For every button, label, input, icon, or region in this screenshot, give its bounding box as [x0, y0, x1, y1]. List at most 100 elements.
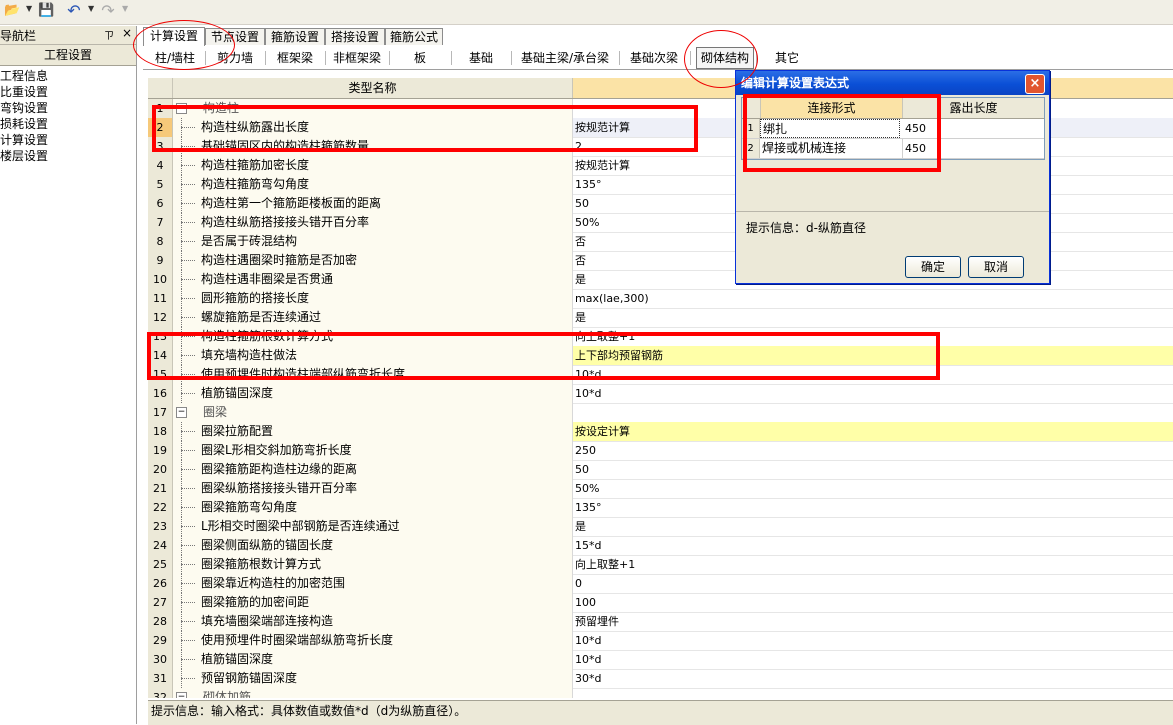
- tree-line: [181, 298, 195, 300]
- table-row[interactable]: 25 圈梁箍筋根数计算方式 向上取整+1: [148, 555, 1173, 575]
- setting-value[interactable]: 是: [573, 308, 1173, 327]
- tab-other[interactable]: 其它: [759, 48, 815, 68]
- table-row[interactable]: 22 圈梁箍筋弯勾角度 135°: [148, 498, 1173, 518]
- group-label: 圈梁: [203, 405, 228, 419]
- row-number: 2: [742, 139, 760, 158]
- tab-column[interactable]: 柱/墙柱: [147, 48, 203, 68]
- table-row[interactable]: 24 圈梁侧面纵筋的锚固长度 15*d: [148, 536, 1173, 556]
- nav-header[interactable]: 工程设置: [0, 45, 136, 66]
- setting-value[interactable]: 10*d: [573, 365, 1173, 384]
- setting-value[interactable]: 向上取整+1: [573, 555, 1173, 574]
- row-number: 8: [148, 232, 173, 251]
- setting-value[interactable]: 30*d: [573, 669, 1173, 688]
- tab-foundation-main-beam[interactable]: 基础主梁/承台梁: [513, 48, 617, 68]
- nav-item-calc[interactable]: 计算设置: [0, 132, 48, 148]
- open-folder-icon[interactable]: 📂: [4, 3, 20, 19]
- tab-foundation[interactable]: 基础: [453, 48, 509, 68]
- save-icon[interactable]: 💾: [38, 3, 54, 19]
- table-row[interactable]: 15 使用预埋件时构造柱端部纵筋弯折长度 10*d: [148, 365, 1173, 385]
- table-row[interactable]: 27 圈梁箍筋的加密间距 100: [148, 593, 1173, 613]
- setting-value[interactable]: 10*d: [573, 650, 1173, 669]
- tab-stirrup-formula[interactable]: 箍筋公式: [385, 28, 443, 45]
- close-icon[interactable]: ×: [1025, 74, 1045, 94]
- table-row[interactable]: 16 植筋锚固深度 10*d: [148, 384, 1173, 404]
- table-row[interactable]: 13 构造柱箍筋根数计算方式 向上取整+1: [148, 327, 1173, 347]
- setting-value[interactable]: [573, 403, 1173, 422]
- setting-value[interactable]: 100: [573, 593, 1173, 612]
- chevron-down-icon[interactable]: ▼: [26, 4, 32, 13]
- nav-item-hook[interactable]: 弯钩设置: [0, 100, 48, 116]
- close-icon[interactable]: ×: [122, 26, 132, 40]
- tab-shear-wall[interactable]: 剪力墙: [207, 48, 263, 68]
- table-row[interactable]: 19 圈梁L形相交斜加筋弯折长度 250: [148, 441, 1173, 461]
- chevron-down-icon[interactable]: ▼: [122, 4, 128, 13]
- exposed-length-cell[interactable]: 450: [903, 139, 1043, 158]
- tree-line: [181, 165, 195, 167]
- tab-stirrup-settings[interactable]: 箍筋设置: [265, 28, 325, 45]
- tree-line: [181, 431, 195, 433]
- setting-value[interactable]: 按设定计算: [573, 422, 1173, 441]
- table-row[interactable]: 12 螺旋箍筋是否连续通过 是: [148, 308, 1173, 328]
- exposed-length-cell[interactable]: 450: [903, 119, 1043, 138]
- setting-value[interactable]: 15*d: [573, 536, 1173, 555]
- setting-value[interactable]: 135°: [573, 498, 1173, 517]
- table-row[interactable]: 23 L形相交时圈梁中部钢筋是否连续通过 是: [148, 517, 1173, 537]
- setting-value[interactable]: 是: [573, 517, 1173, 536]
- collapse-icon[interactable]: −: [176, 407, 187, 418]
- tree-line: [181, 602, 195, 604]
- table-row[interactable]: 11 圆形箍筋的搭接长度 max(lae,300): [148, 289, 1173, 309]
- row-number: 9: [148, 251, 173, 270]
- group-row[interactable]: 32− 砌体加筋: [148, 688, 1173, 698]
- group-row[interactable]: 17− 圈梁: [148, 403, 1173, 423]
- table-row[interactable]: 30 植筋锚固深度 10*d: [148, 650, 1173, 670]
- tab-frame-beam[interactable]: 框架梁: [267, 48, 323, 68]
- table-row[interactable]: 20 圈梁箍筋距构造柱边缘的距离 50: [148, 460, 1173, 480]
- collapse-icon[interactable]: −: [176, 103, 187, 114]
- cancel-button[interactable]: 取消: [968, 256, 1024, 278]
- chevron-down-icon[interactable]: ▼: [88, 4, 94, 13]
- setting-value[interactable]: 10*d: [573, 631, 1173, 650]
- setting-value[interactable]: 50: [573, 460, 1173, 479]
- setting-label: 构造柱第一个箍筋距楼板面的距离: [201, 196, 382, 210]
- setting-value[interactable]: 上下部均预留钢筋: [573, 346, 1173, 365]
- tab-lap-settings[interactable]: 搭接设置: [325, 28, 385, 45]
- tab-masonry[interactable]: 砌体结构: [696, 47, 754, 69]
- undo-icon[interactable]: ↶: [66, 3, 82, 19]
- dialog-row[interactable]: 2 焊接或机械连接 450: [742, 139, 1044, 159]
- table-row[interactable]: 21 圈梁纵筋搭接接头错开百分率 50%: [148, 479, 1173, 499]
- setting-value[interactable]: 预留埋件: [573, 612, 1173, 631]
- setting-value[interactable]: 250: [573, 441, 1173, 460]
- tab-calc-settings[interactable]: 计算设置: [143, 27, 205, 46]
- setting-value[interactable]: 向上取整+1: [573, 327, 1173, 346]
- tree-line: [181, 127, 195, 129]
- connection-type-cell[interactable]: 焊接或机械连接: [760, 139, 903, 158]
- nav-item-density[interactable]: 比重设置: [0, 84, 48, 100]
- table-row[interactable]: 28 填充墙圈梁端部连接构造 预留埋件: [148, 612, 1173, 632]
- setting-value[interactable]: 10*d: [573, 384, 1173, 403]
- collapse-icon[interactable]: −: [176, 692, 187, 698]
- connection-type-cell[interactable]: 绑扎: [760, 119, 900, 138]
- tab-slab[interactable]: 板: [391, 48, 449, 68]
- setting-value[interactable]: max(lae,300): [573, 289, 1173, 308]
- setting-value[interactable]: 0: [573, 574, 1173, 593]
- setting-value[interactable]: 50%: [573, 479, 1173, 498]
- tab-node-settings[interactable]: 节点设置: [205, 28, 265, 45]
- dialog-row[interactable]: 1 绑扎 450: [742, 119, 1044, 139]
- nav-item-floor[interactable]: 楼层设置: [0, 148, 48, 164]
- type-name-cell: 圆形箍筋的搭接长度: [173, 289, 573, 308]
- tab-foundation-secondary-beam[interactable]: 基础次梁: [621, 48, 687, 68]
- setting-value[interactable]: [573, 688, 1173, 698]
- table-row[interactable]: 31 预留钢筋锚固深度 30*d: [148, 669, 1173, 689]
- table-row[interactable]: 29 使用预埋件时圈梁端部纵筋弯折长度 10*d: [148, 631, 1173, 651]
- table-row[interactable]: 14 填充墙构造柱做法 上下部均预留钢筋: [148, 346, 1173, 366]
- redo-icon[interactable]: ↷: [100, 3, 116, 19]
- nav-item-project-info[interactable]: 工程信息: [0, 68, 48, 84]
- table-row[interactable]: 26 圈梁靠近构造柱的加密范围 0: [148, 574, 1173, 594]
- nav-item-loss[interactable]: 损耗设置: [0, 116, 48, 132]
- type-name-cell: 填充墙圈梁端部连接构造: [173, 612, 573, 631]
- ok-button[interactable]: 确定: [905, 256, 961, 278]
- tab-non-frame-beam[interactable]: 非框架梁: [327, 48, 387, 68]
- pin-icon[interactable]: ㄗ: [104, 27, 114, 42]
- type-name-cell: 圈梁箍筋的加密间距: [173, 593, 573, 612]
- table-row[interactable]: 18 圈梁拉筋配置 按设定计算: [148, 422, 1173, 442]
